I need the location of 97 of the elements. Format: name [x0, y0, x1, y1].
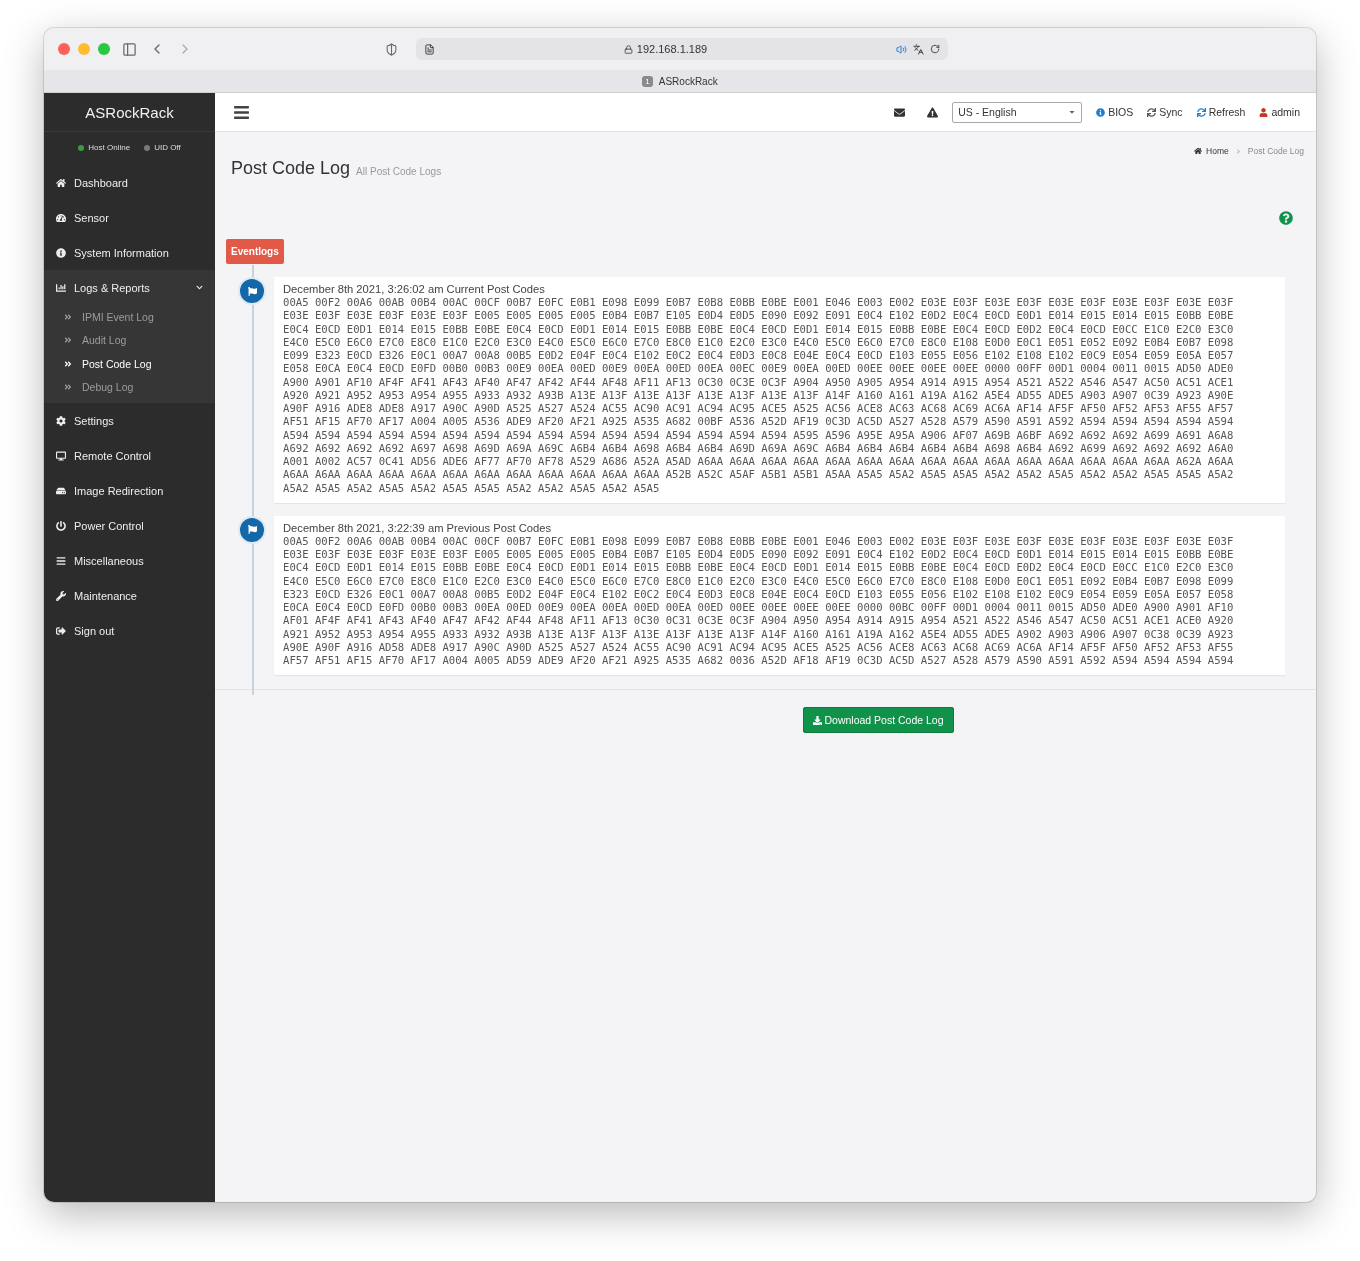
nav-item[interactable]: System Information: [44, 235, 215, 270]
double-chevron-icon: [64, 312, 72, 321]
post-code-row-text: A90E A90F A916 AD58 ADE8 A917 A90C A90D A525 A527 A524 AC55 AC90 AC91 AC94 AC95 ACE5 A525 AC56 ACE8 AC63 AC68 AC69 AC6A AF14 AF5F AF50 AF52 AF53 AF55: [283, 640, 1235, 654]
nav-item[interactable]: Logs & Reports: [44, 270, 215, 305]
menu-icon: [56, 555, 66, 566]
language-select[interactable]: US - English: [952, 101, 1083, 123]
post-code-row-text: A900 A901 AF10 AF4F AF41 AF43 AF40 AF47 AF42 AF44 AF48 AF11 AF13 0C30 0C3E 0C3F A904 A950 A905 A954 A914 A915 A954 A521 A522 A546 A547 AC50 AC51 ACE1: [283, 375, 1235, 389]
shield-icon[interactable]: [385, 42, 398, 56]
nav-item[interactable]: Sensor: [44, 200, 215, 235]
page-title: Post Code Log: [231, 158, 351, 179]
timeline-label: Eventlogs: [226, 239, 284, 264]
address-bar[interactable]: 192.168.1.189: [416, 38, 948, 60]
speaker-icon[interactable]: [896, 43, 907, 55]
info-icon: [1096, 107, 1106, 117]
bar-chart-icon: [56, 282, 66, 293]
nav-item[interactable]: Power Control: [44, 508, 215, 543]
sync-icon: [1147, 107, 1157, 117]
help-icon[interactable]: [1279, 211, 1293, 225]
page-icon: [424, 43, 435, 55]
post-code-row-text: A90F A916 ADE8 ADE8 A917 A90C A90D A525 A527 A524 AC55 AC90 AC91 AC94 AC95 ACE5 A525 AC56 ACE8 AC63 AC68 AC69 AC6A AF14 AF5F AF50 AF52 AF53 AF55 AF57: [283, 402, 1235, 416]
header-action[interactable]: admin: [1259, 106, 1300, 118]
post-code-row-text: E4C0 E5C0 E6C0 E7C0 E8C0 E1C0 E2C0 E3C0 E4C0 E5C0 E6C0 E7C0 E8C0 E1C0 E2C0 E3C0 E4C0 E5C0 E6C0 E7C0 E8C0 E108 E0D0 E0C1 E051 E052 E092 E0B4 E0B7 E098: [283, 335, 1235, 349]
post-code-row-text: E058 E0CA E0C4 E0CD E0FD 00B0 00B3 00E9 00EA 00ED 00E9 00EA 00ED 00EA 00EC 00E9 00EA 00ED 00EE 00EE 00EE 00EE 0000 00FF 00D1 0004 0011 0015 AD50 ADE0: [283, 362, 1235, 376]
nav-item[interactable]: Dashboard: [44, 165, 215, 200]
post-code-row-text: E0CA E0C4 E0CD E0FD 00B0 00B3 00EA 00ED 00E9 00EA 00EA 00ED 00EA 00ED 00EE 00EE 00EE 00EE 0000 00BC 00FF 00D1 0004 0011 0015 AD50 ADE0 A900 A901 AF10: [283, 601, 1235, 615]
nav-item[interactable]: Maintenance: [44, 578, 215, 613]
warning-icon[interactable]: [927, 106, 939, 118]
post-code-row-text: A5A2 A5A5 A5A2 A5A5 A5A2 A5A5 A5A5 A5A2 A5A2 A5A5 A5A2 A5A5: [283, 481, 661, 495]
post-code-row-text: E099 E323 E0CD E326 E0C1 00A7 00A8 00B5 E0D2 E04F E0C4 E102 E0C2 E0C4 E0D3 E0C8 E04E E0C4 E0CD E103 E055 E056 E102 E108 E102 E0C9 E054 E059 E05A E057: [283, 349, 1235, 363]
post-code-row-text: AF51 AF15 AF70 AF17 A004 A005 A536 ADE9 AF20 AF21 A925 A535 A682 00BF A536 A52D AF19 0C3D AC5D A527 A528 A579 A590 A591 A592 A594 A594 A594 A594 A594: [283, 415, 1235, 429]
double-chevron-icon: [64, 359, 72, 368]
tab-title: ASRockRack: [658, 75, 718, 87]
gear-icon: [56, 415, 66, 426]
user-icon: [1259, 107, 1269, 117]
close-light[interactable]: [58, 43, 70, 55]
sidebar-icon[interactable]: [122, 41, 137, 57]
envelope-icon[interactable]: [894, 106, 906, 118]
log-heading: December 8th 2021, 3:26:02 am Current Post Codes: [283, 283, 546, 295]
page-subtitle: All Post Code Logs: [356, 166, 442, 177]
status-label: UID Off: [154, 143, 181, 152]
post-code-row-text: E0C4 E0CD E0D1 E014 E015 E0BB E0BE E0C4 E0CD E0D1 E014 E015 E0BB E0BE E0C4 E0CD E0D1 E014 E015 E0BB E0BE E0C4 E0CD E0D2 E0C4 E0CD E0CC E1C0 E2C0 E3C0: [283, 322, 1235, 336]
header-action[interactable]: BIOS: [1096, 106, 1134, 118]
download-icon: [813, 715, 823, 725]
flag-badge: [238, 515, 266, 544]
refresh-icon: [1196, 107, 1206, 117]
post-code-row-text: E4C0 E5C0 E6C0 E7C0 E8C0 E1C0 E2C0 E3C0 E4C0 E5C0 E6C0 E7C0 E8C0 E1C0 E2C0 E3C0 E4C0 E5C0 E6C0 E7C0 E8C0 E108 E0D0 E0C1 E051 E092 E0B4 E0B7 E098 E099: [283, 574, 1235, 588]
address-text: 192.168.1.189: [636, 43, 708, 55]
lock-icon: [623, 44, 633, 54]
info-icon: [56, 247, 66, 258]
caret-icon: [1068, 108, 1077, 116]
sign-out-icon: [56, 625, 66, 636]
chevron-icon: [196, 284, 203, 291]
monitor-icon: [56, 450, 66, 461]
post-code-row-text: A6AA A6AA A6AA A6AA A6AA A6AA A6AA A6AA A6AA A6AA A6AA A6AA A52B A52C A5AF A5B1 A5B1 A5AA A5A5 A5A2 A5A5 A5A5 A5A2 A5A2 A5A5 A5A2 A5A2 A5A5 A5A5 A5A2: [283, 468, 1235, 482]
nav-item[interactable]: Image Redirection: [44, 473, 215, 508]
post-code-row-text: A692 A692 A692 A692 A697 A698 A69D A69A A69C A6B4 A6B4 A698 A6B4 A6B4 A69D A69A A69C A6B4 A6B4 A6B4 A6B4 A6B4 A698 A6B4 A692 A699 A692 A692 A692 A6A0: [283, 441, 1235, 455]
menu-icon[interactable]: [233, 103, 250, 121]
translate-icon[interactable]: [913, 43, 924, 55]
gauge-icon: [56, 212, 66, 223]
separator-icon: [1234, 147, 1242, 155]
post-code-row-text: AF57 AF51 AF15 AF70 AF17 A004 A005 AD59 ADE9 AF20 AF21 A925 A535 A682 0036 A52D AF18 AF19 0C3D AC5D A527 A528 A579 A590 A591 A592 A594 A594 A594 A594: [283, 654, 1235, 668]
nav-item[interactable]: Sign out: [44, 613, 215, 648]
post-code-row-text: E03E E03F E03E E03F E03E E03F E005 E005 E005 E005 E0B4 E0B7 E105 E0D4 E0D5 E090 E092 E091 E0C4 E102 E0D2 E0C4 E0CD E0D1 E014 E015 E014 E015 E0BB E0BE: [283, 309, 1235, 323]
breadcrumb-link[interactable]: Home: [1194, 146, 1229, 156]
drive-icon: [56, 485, 66, 496]
nav-item[interactable]: Remote Control: [44, 438, 215, 473]
post-code-row-text: 00A5 00F2 00A6 00AB 00B4 00AC 00CF 00B7 E0FC E0B1 E098 E099 E0B7 E0B8 E0BB E0BE E001 E046 E003 E002 E03E E03F E03E E03F E03E E03F E03E E03F E03E E03F: [283, 534, 1235, 548]
post-code-row-text: A921 A952 A953 A954 A955 A933 A932 A93B A13E A13F A13F A13E A13F A13E A13F A14F A160 A161 A19A A162 A5E4 AD55 ADE5 A902 A903 A906 A907 0C38 0C39 A923: [283, 627, 1235, 641]
header-action[interactable]: Refresh: [1196, 106, 1246, 118]
flag-badge: [238, 277, 266, 305]
log-heading: December 8th 2021, 3:22:39 am Previous Post Codes: [283, 521, 553, 534]
reload-icon[interactable]: [930, 44, 940, 54]
browser-tab[interactable]: 1 ASRockRack: [44, 70, 1316, 93]
nav-item[interactable]: Miscellaneous: [44, 543, 215, 578]
home-icon: [1194, 147, 1203, 155]
home-icon: [56, 177, 66, 188]
nav-item[interactable]: Settings: [44, 403, 215, 438]
post-code-row-text: E323 E0CD E326 E0C1 00A7 00A8 00B5 E0D2 E04F E0C4 E102 E0C2 E0C4 E0D3 E0C8 E04E E0C4 E0CD E103 E055 E056 E102 E108 E102 E0C9 E054 E059 E05A E057 E058: [283, 587, 1235, 601]
header-action[interactable]: Sync: [1147, 106, 1183, 118]
post-code-row-text: AF01 AF4F AF41 AF43 AF40 AF47 AF42 AF44 AF48 AF11 AF13 0C30 0C31 0C3E 0C3F A904 A950 A954 A914 A915 A954 A521 A522 A546 A547 AC50 AC51 ACE1 ACE0 A920: [283, 614, 1235, 628]
post-code-row-text: A001 A002 AC57 0C41 AD56 ADE6 AF77 AF70 AF78 A529 A686 A52A A5AD A6AA A6AA A6AA A6AA A6AA A6AA A6AA A6AA A6AA A6AA A6AA A6AA A6AA A6AA A6AA A62A A6AA: [283, 455, 1235, 469]
double-chevron-icon: [64, 336, 72, 345]
nav-subitem[interactable]: Post Code Log: [44, 352, 215, 376]
double-chevron-icon: [64, 383, 72, 392]
post-code-row-text: E0C4 E0CD E0D1 E014 E015 E0BB E0BE E0C4 E0CD E0D1 E014 E015 E0BB E0BE E0C4 E0CD E0D1 E014 E015 E0BB E0BE E0C4 E0CD E0D2 E0C4 E0CD E0CC E1C0 E2C0 E3C0: [283, 561, 1235, 575]
download-button[interactable]: Download Post Code Log: [803, 707, 954, 734]
nav-subitem[interactable]: Audit Log: [44, 328, 215, 352]
post-code-row-text: E03E E03F E03E E03F E03E E03F E005 E005 E005 E005 E0B4 E0B7 E105 E0D4 E0D5 E090 E092 E091 E0C4 E102 E0D2 E0C4 E0CD E0D1 E014 E015 E014 E015 E0BB E0BE: [283, 548, 1235, 562]
tab-badge: 1: [642, 75, 653, 87]
nav-subitem[interactable]: IPMI Event Log: [44, 305, 215, 329]
post-code-row-text: 00A5 00F2 00A6 00AB 00B4 00AC 00CF 00B7 E0FC E0B1 E098 E099 E0B7 E0B8 E0BB E0BE E001 E046 E003 E002 E03E E03F E03E E03F E03E E03F E03E E03F E03E E03F: [283, 296, 1235, 310]
status-label: Host Online: [88, 143, 131, 152]
wrench-icon: [56, 590, 66, 601]
power-icon: [56, 520, 66, 531]
post-code-row-text: A594 A594 A594 A594 A594 A594 A594 A594 A594 A594 A594 A594 A594 A594 A594 A594 A595 A596 A95E A95A A906 AF07 A69B A6BF A692 A692 A692 A699 A691 A6A8: [283, 428, 1235, 442]
nav-subitem[interactable]: Debug Log: [44, 375, 215, 399]
post-code-row-text: A920 A921 A952 A953 A954 A955 A933 A932 A93B A13E A13F A13E A13F A13E A13F A13E A13F A14F A160 A161 A19A A162 A5E4 AD55 ADE5 A903 A907 0C39 A923 A90E: [283, 388, 1235, 402]
